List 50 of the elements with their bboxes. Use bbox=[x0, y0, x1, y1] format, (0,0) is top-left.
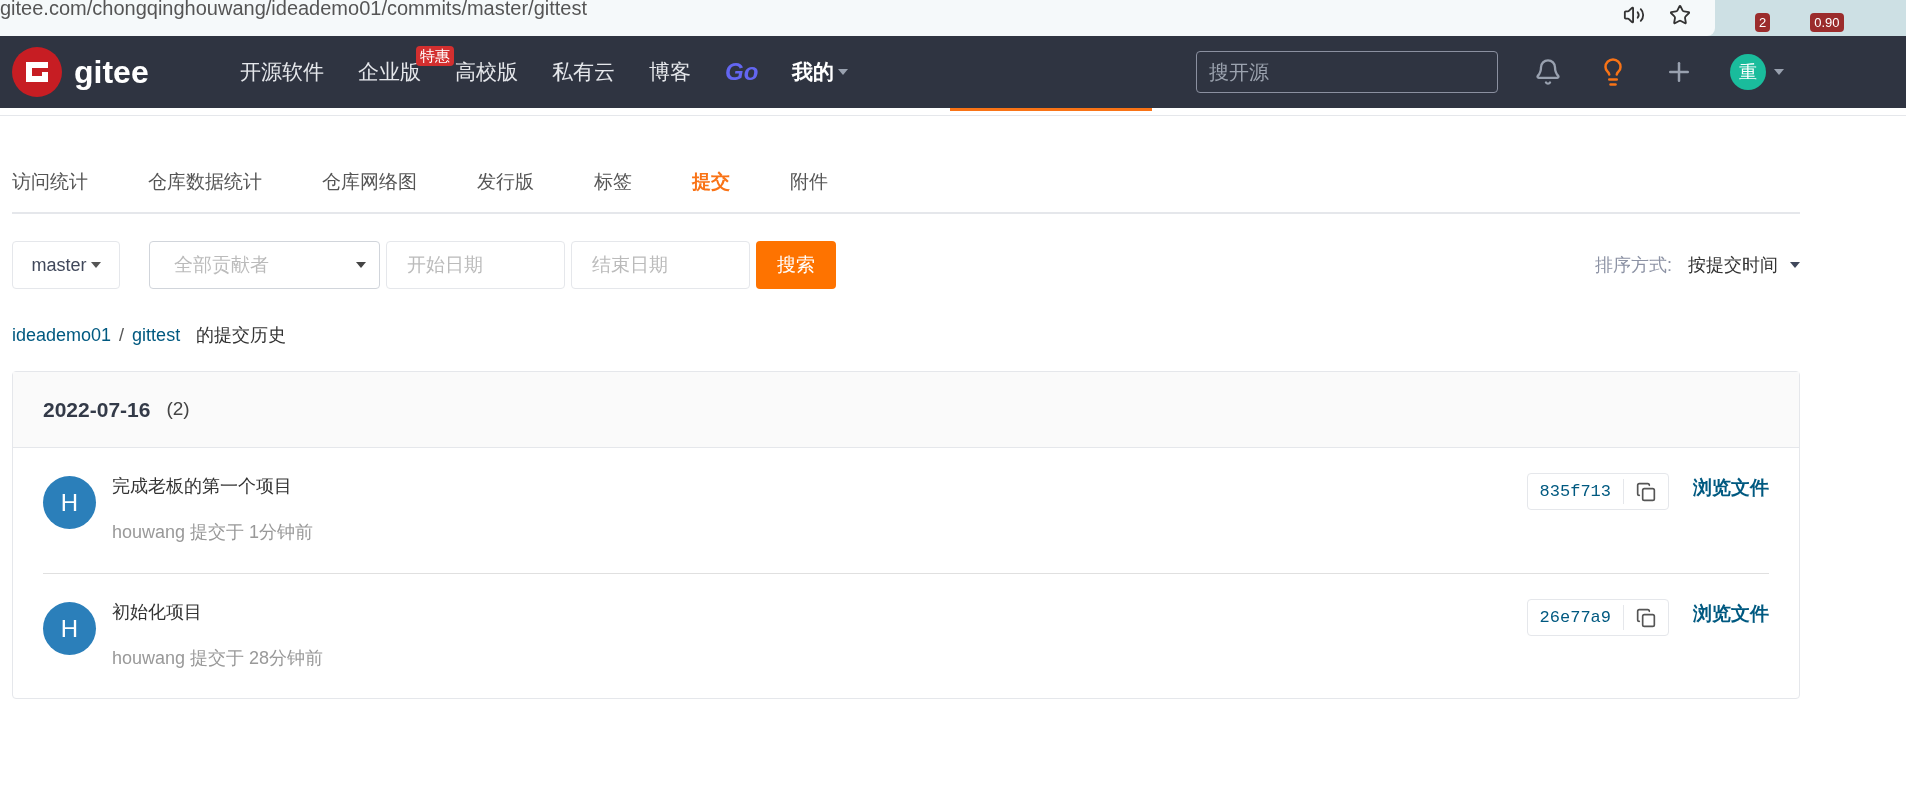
history-label: 的提交历史 bbox=[196, 324, 287, 347]
tab[interactable]: 标签 bbox=[594, 168, 632, 197]
commit-meta: houwang 提交于 28分钟前 bbox=[112, 647, 324, 670]
nav-menu-link[interactable]: 我的 bbox=[792, 56, 849, 88]
commit-title[interactable]: 完成老板的第一个项目 bbox=[112, 473, 314, 500]
tab[interactable]: 仓库数据统计 bbox=[148, 168, 262, 197]
branch-link[interactable]: gittest bbox=[132, 322, 181, 349]
commit-hash[interactable]: 26e77a9 bbox=[1527, 604, 1624, 631]
sort-label: 排序方式: bbox=[1595, 253, 1672, 277]
nav-link[interactable]: 私有云 bbox=[552, 60, 615, 84]
end-date-field[interactable]: 结束日期 bbox=[571, 241, 750, 289]
tab[interactable]: 访问统计 bbox=[12, 168, 88, 197]
commit-hash[interactable]: 835f713 bbox=[1527, 478, 1624, 505]
commit-count: (2) bbox=[166, 397, 190, 422]
extension-badge[interactable]: 2 bbox=[1755, 12, 1771, 32]
commit-title[interactable]: 初始化项目 bbox=[112, 599, 324, 626]
branch-dropdown[interactable]: master bbox=[12, 241, 120, 289]
contributor-dropdown[interactable]: 全部贡献者 bbox=[149, 241, 380, 289]
repo-link[interactable]: ideademo01 bbox=[12, 322, 112, 349]
notification-icon[interactable] bbox=[1534, 58, 1562, 86]
nav-link[interactable]: 高校版 bbox=[455, 60, 518, 84]
extension-badge[interactable]: 0.90 bbox=[1810, 12, 1844, 32]
caret-icon bbox=[1790, 262, 1800, 268]
author-avatar: H bbox=[43, 602, 96, 655]
path-separator: / bbox=[119, 324, 125, 347]
favorite-icon[interactable] bbox=[1669, 4, 1691, 26]
caret-icon bbox=[1774, 69, 1784, 75]
caret-icon bbox=[90, 262, 101, 268]
browse-files-link[interactable]: 浏览文件 bbox=[1693, 599, 1769, 629]
search-field[interactable]: 搜开源 bbox=[1196, 51, 1498, 93]
nav-link[interactable]: 博客 bbox=[649, 60, 691, 84]
nav-link[interactable]: 开源软件 bbox=[240, 60, 324, 84]
browse-files-link[interactable]: 浏览文件 bbox=[1693, 473, 1769, 503]
gitee-logo-icon bbox=[12, 47, 62, 97]
copy-icon[interactable] bbox=[1636, 607, 1656, 628]
logo-text: gitee bbox=[74, 53, 149, 92]
start-date-field[interactable]: 开始日期 bbox=[386, 241, 565, 289]
promo-badge: 特惠 bbox=[416, 46, 454, 67]
commit-meta: houwang 提交于 1分钟前 bbox=[112, 521, 314, 544]
caret-icon bbox=[356, 262, 366, 268]
read-aloud-icon[interactable] bbox=[1623, 4, 1645, 26]
author-avatar: H bbox=[43, 476, 96, 529]
commit-date: 2022-07-16 bbox=[43, 396, 151, 423]
sort-dropdown[interactable]: 按提交时间 bbox=[1688, 251, 1800, 279]
tab[interactable]: 仓库网络图 bbox=[322, 168, 417, 197]
tab[interactable]: 附件 bbox=[790, 168, 828, 197]
tab[interactable]: 发行版 bbox=[477, 168, 534, 197]
address-bar[interactable]: gitee.com/chongqinghouwang/ideademo01/commits/master/gittest bbox=[0, 0, 1715, 36]
caret-icon bbox=[838, 69, 849, 75]
copy-icon[interactable] bbox=[1636, 481, 1656, 502]
